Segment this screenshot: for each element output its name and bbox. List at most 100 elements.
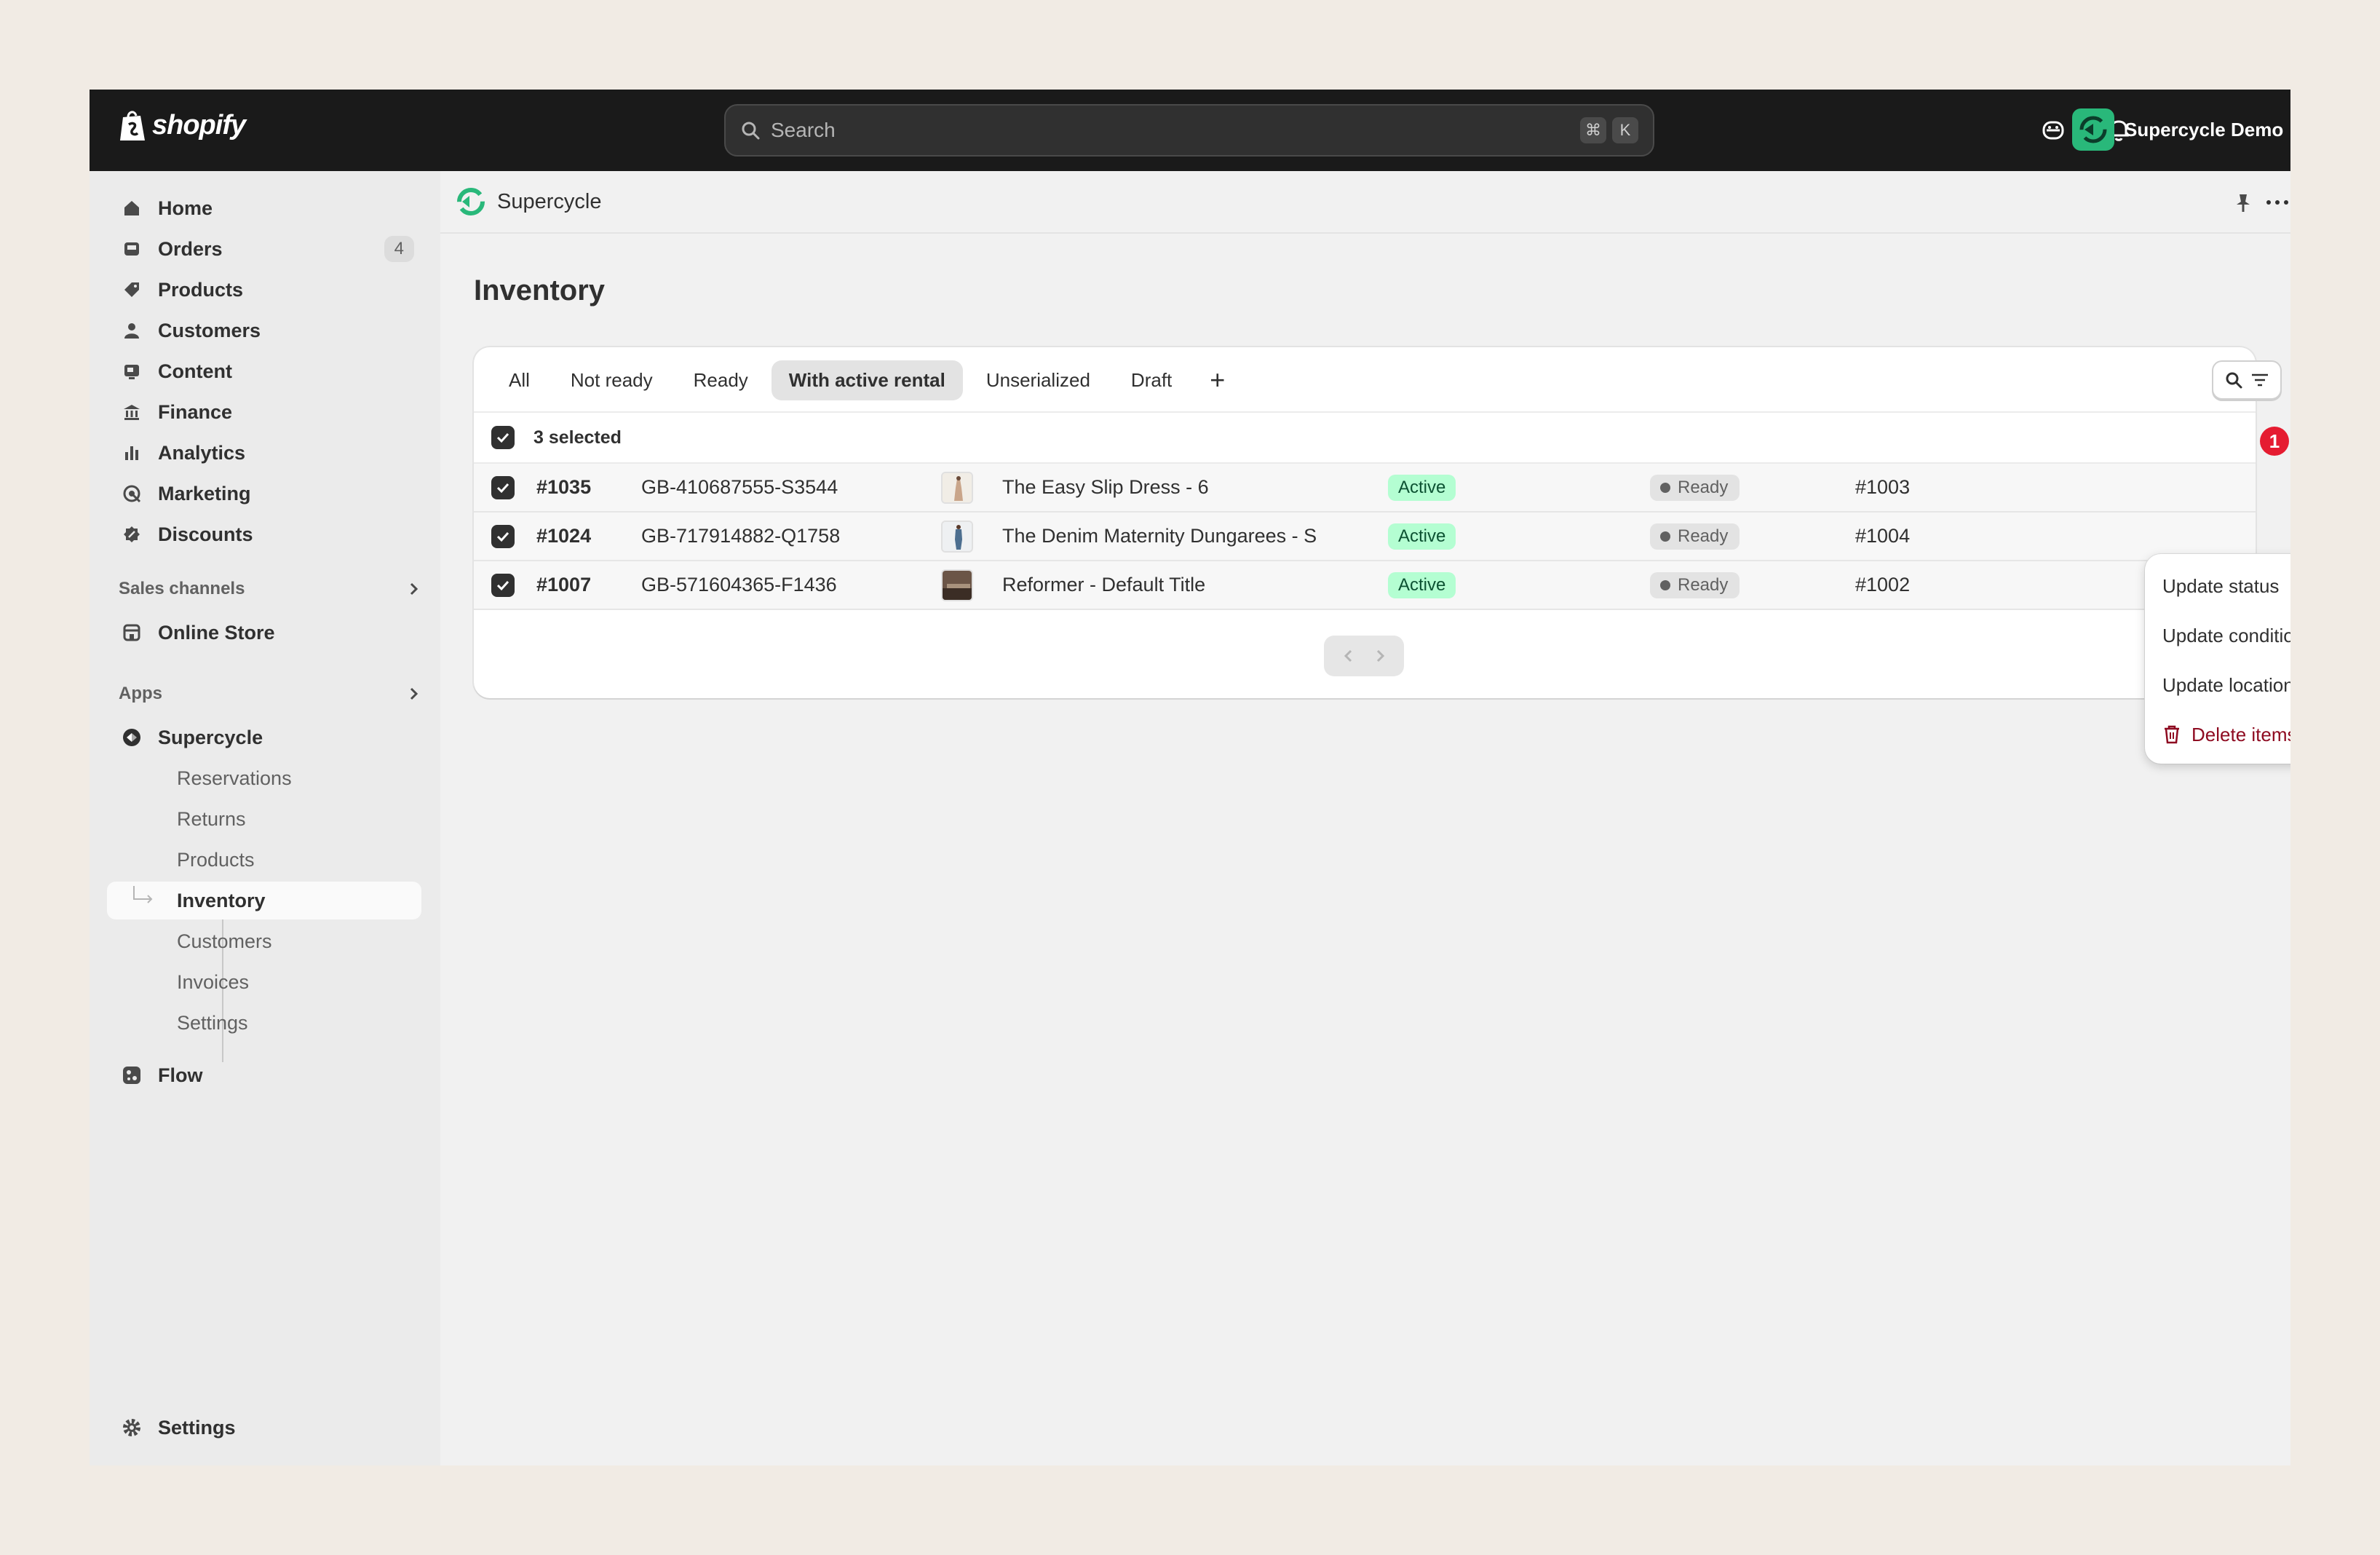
- sidebar-item-marketing[interactable]: Marketing: [107, 475, 421, 513]
- sidebar-subitem-invoices[interactable]: Invoices: [107, 963, 421, 1001]
- checkmark-icon: [496, 432, 509, 443]
- row-checkbox[interactable]: [491, 475, 515, 499]
- tab-draft[interactable]: Draft: [1114, 360, 1189, 400]
- supercycle-logo-icon: [457, 188, 485, 215]
- condition-badge: Ready: [1650, 571, 1740, 598]
- add-tab-button[interactable]: +: [1195, 360, 1239, 400]
- tab-ready[interactable]: Ready: [676, 360, 766, 400]
- row-checkbox[interactable]: [491, 524, 515, 548]
- sidebar-item-discounts[interactable]: Discounts: [107, 515, 421, 553]
- chevron-right-icon[interactable]: [1372, 648, 1388, 664]
- sidebar: Home Orders 4 Products Customers Content…: [90, 171, 440, 1465]
- sidekick-icon[interactable]: [2037, 114, 2069, 146]
- menu-item-update-condition[interactable]: Update condition: [2152, 611, 2290, 660]
- page-title: Inventory: [474, 274, 606, 306]
- sidebar-item-finance[interactable]: Finance: [107, 393, 421, 431]
- sidebar-item-settings[interactable]: Settings: [107, 1409, 421, 1447]
- more-options-icon[interactable]: [2266, 199, 2289, 206]
- status-dot-icon: [1660, 482, 1670, 493]
- sidebar-item-products[interactable]: Products: [107, 271, 421, 309]
- app-title: Supercycle: [497, 189, 602, 213]
- sidebar-item-label: Orders: [158, 237, 223, 260]
- trash-icon: [2165, 725, 2179, 744]
- sidebar-item-online-store[interactable]: Online Store: [107, 614, 421, 652]
- status-dot-icon: [1660, 579, 1670, 590]
- table-row[interactable]: #1035 GB-410687555-S3544 The Easy Slip D…: [474, 464, 2256, 513]
- target-icon: [120, 482, 143, 505]
- order-number[interactable]: #1003: [1855, 476, 1910, 499]
- selected-count: 3 selected: [533, 427, 622, 448]
- bulk-actions-bar: 3 selected 1: [474, 411, 2289, 464]
- supercycle-icon: [120, 726, 143, 749]
- sidebar-item-orders[interactable]: Orders 4: [107, 230, 421, 268]
- menu-item-delete-items[interactable]: Delete items: [2152, 710, 2290, 759]
- chevron-right-icon: [410, 687, 419, 700]
- tab-all[interactable]: All: [491, 360, 547, 400]
- store-icon: [120, 621, 143, 644]
- item-id[interactable]: #1035: [536, 476, 591, 499]
- sidebar-subitem-label: Customers: [177, 930, 272, 952]
- condition-label: Ready: [1678, 574, 1729, 595]
- status-badge: Active: [1388, 474, 1456, 501]
- sidebar-item-customers[interactable]: Customers: [107, 312, 421, 349]
- app-header: Supercycle: [440, 171, 2290, 234]
- search-bar[interactable]: Search ⌘ K: [724, 104, 1654, 157]
- sidebar-item-supercycle[interactable]: Supercycle: [107, 719, 421, 756]
- checkmark-icon: [496, 580, 509, 590]
- sidebar-subitem-products[interactable]: Products: [107, 841, 421, 879]
- sidebar-subitem-customers[interactable]: Customers: [107, 922, 421, 960]
- sidebar-item-label: Analytics: [158, 441, 246, 464]
- order-number[interactable]: #1002: [1855, 574, 1910, 596]
- sidebar-item-label: Online Store: [158, 621, 275, 644]
- condition-label: Ready: [1678, 477, 1729, 497]
- top-bar: shopify Search ⌘ K Supercycle Demo: [90, 90, 2290, 171]
- item-id[interactable]: #1007: [536, 574, 591, 596]
- shopify-logo[interactable]: shopify: [119, 108, 246, 142]
- order-number[interactable]: #1004: [1855, 525, 1910, 547]
- item-sku: GB-717914882-Q1758: [641, 525, 841, 547]
- table-row[interactable]: #1024 GB-717914882-Q1758 The Denim Mater…: [474, 513, 2256, 561]
- product-thumbnail: [941, 569, 973, 601]
- item-id[interactable]: #1024: [536, 525, 591, 547]
- gear-icon: [120, 1416, 143, 1439]
- sidebar-item-label: Finance: [158, 400, 233, 423]
- sidebar-item-label: Flow: [158, 1064, 203, 1086]
- tab-unserialized[interactable]: Unserialized: [969, 360, 1108, 400]
- home-icon: [120, 197, 143, 220]
- row-checkbox[interactable]: [491, 573, 515, 597]
- checkmark-icon: [496, 531, 509, 542]
- search-filter-button[interactable]: [2212, 360, 2282, 400]
- sidebar-item-label: Home: [158, 197, 213, 219]
- bulk-actions-menu: Update status Update condition Update lo…: [2145, 554, 2290, 764]
- sidebar-subitem-label: Returns: [177, 807, 246, 830]
- apps-header[interactable]: Apps: [119, 684, 421, 704]
- store-switcher[interactable]: Supercycle Demo: [2072, 108, 2283, 151]
- table-row[interactable]: #1007 GB-571604365-F1436 Reformer - Defa…: [474, 561, 2256, 610]
- shortcut-key-cmd: ⌘: [1580, 117, 1606, 143]
- pin-icon[interactable]: [2234, 193, 2253, 213]
- sidebar-item-analytics[interactable]: Analytics: [107, 434, 421, 472]
- condition-badge: Ready: [1650, 523, 1740, 550]
- sidebar-subitem-label: Settings: [177, 1011, 248, 1034]
- bar-chart-icon: [120, 441, 143, 464]
- menu-item-update-status[interactable]: Update status: [2152, 561, 2290, 611]
- tag-icon: [120, 278, 143, 301]
- sidebar-subitem-settings[interactable]: Settings: [107, 1004, 421, 1042]
- sidebar-subitem-returns[interactable]: Returns: [107, 800, 421, 838]
- chevron-left-icon[interactable]: [1341, 648, 1357, 664]
- menu-item-update-location[interactable]: Update location: [2152, 660, 2290, 710]
- sidebar-subitem-reservations[interactable]: Reservations: [107, 759, 421, 797]
- tab-with-active-rental[interactable]: With active rental: [771, 360, 963, 400]
- sales-channels-label: Sales channels: [119, 579, 245, 598]
- orders-icon: [120, 237, 143, 261]
- sidebar-item-flow[interactable]: Flow: [107, 1056, 421, 1094]
- discount-icon: [120, 523, 143, 546]
- condition-badge: Ready: [1650, 474, 1740, 501]
- sales-channels-header[interactable]: Sales channels: [119, 579, 421, 599]
- tab-not-ready[interactable]: Not ready: [553, 360, 670, 400]
- sidebar-item-content[interactable]: Content: [107, 352, 421, 390]
- select-all-checkbox[interactable]: [491, 426, 515, 449]
- sidebar-subitem-inventory[interactable]: Inventory: [107, 882, 421, 919]
- sidebar-item-home[interactable]: Home: [107, 189, 421, 227]
- flow-icon: [120, 1064, 143, 1087]
